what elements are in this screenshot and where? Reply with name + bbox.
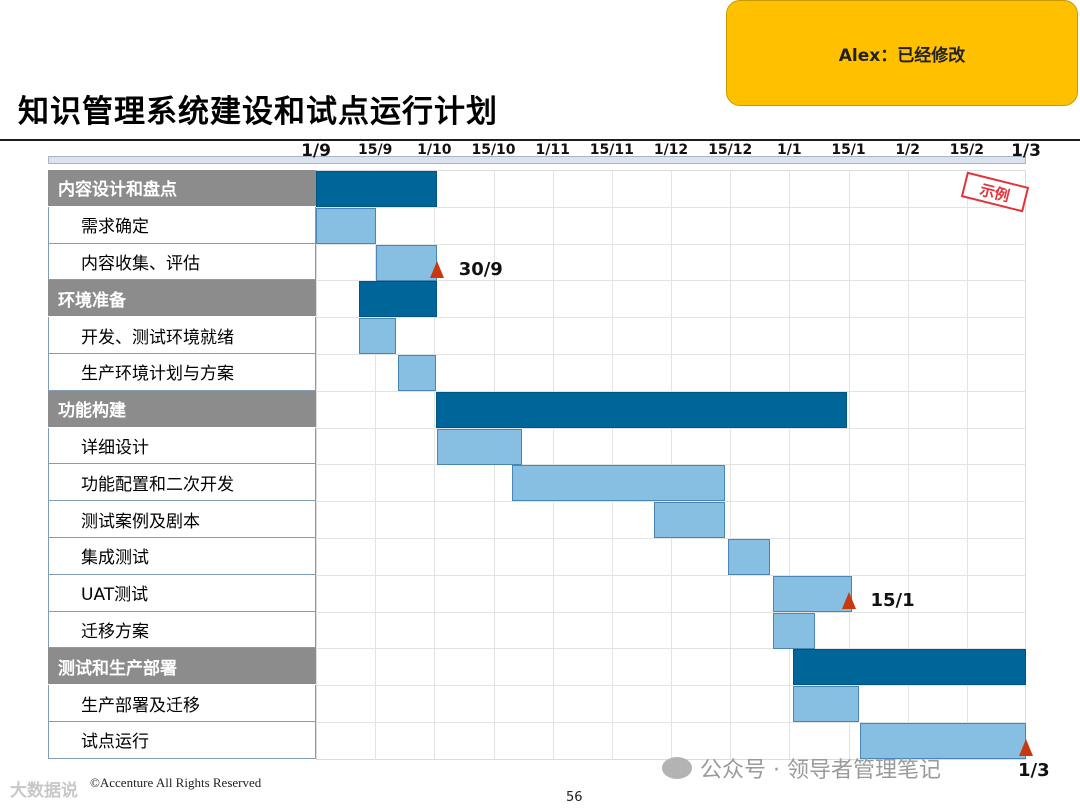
task-bar xyxy=(316,207,377,244)
phase-bar xyxy=(435,391,848,428)
phase-bar xyxy=(792,649,1026,686)
phase-label: 测试和生产部署 xyxy=(48,648,316,686)
milestone-marker xyxy=(1019,739,1033,756)
tick-label: 15/12 xyxy=(708,142,753,158)
wechat-icon xyxy=(662,757,692,779)
tick-label: 1/1 xyxy=(777,142,802,158)
title-divider xyxy=(0,139,1080,141)
review-note: Alex：已经修改 xyxy=(726,0,1078,106)
task-label: 功能配置和二次开发 xyxy=(48,464,316,502)
task-label: 生产部署及迁移 xyxy=(48,685,316,722)
phase-label: 内容设计和盘点 xyxy=(48,170,316,207)
milestone-marker xyxy=(429,260,444,278)
grid-hline xyxy=(316,611,1026,613)
tick-label: 1/11 xyxy=(535,142,570,158)
grid-hline xyxy=(316,574,1026,576)
task-label: 集成测试 xyxy=(48,538,316,575)
task-bar xyxy=(727,539,771,575)
watermark-text: 公众号 · 领导者管理笔记 xyxy=(700,758,941,783)
task-label: 试点运行 xyxy=(48,722,316,759)
phase-bar xyxy=(358,281,437,318)
task-bar xyxy=(397,355,436,391)
milestone-marker xyxy=(841,591,856,609)
task-bar xyxy=(376,244,437,281)
tick-label: 1/10 xyxy=(417,142,452,158)
task-label: 内容收集、评估 xyxy=(48,243,316,281)
page-title: 知识管理系统建设和试点运行计划 xyxy=(18,94,498,130)
task-bar xyxy=(654,502,726,539)
task-bar xyxy=(512,465,726,502)
tick-label: 1/12 xyxy=(653,142,689,158)
task-label: UAT测试 xyxy=(48,574,316,612)
phase-bar xyxy=(316,171,437,207)
task-label: 开发、测试环境就绪 xyxy=(48,317,316,354)
tick-label: 15/10 xyxy=(471,142,516,158)
watermark: 公众号 · 领导者管理笔记 xyxy=(662,752,941,784)
task-bar xyxy=(436,428,522,465)
milestone-label: 30/9 xyxy=(458,258,503,280)
tick-label: 1/9 xyxy=(301,141,331,161)
task-bar xyxy=(772,612,816,649)
tick-label: 1/2 xyxy=(895,142,920,158)
footer-copyright: ©Accenture All Rights Reserved xyxy=(90,775,262,790)
milestone-label: 15/1 xyxy=(870,589,915,611)
milestone-label: 1/3 xyxy=(1018,760,1050,781)
page-number: 56 xyxy=(566,790,583,805)
tick-label: 1/3 xyxy=(1011,141,1041,161)
task-label: 详细设计 xyxy=(48,427,316,465)
task-label: 需求确定 xyxy=(48,206,316,244)
task-bar xyxy=(792,686,860,723)
task-bar xyxy=(358,318,397,355)
phase-label: 功能构建 xyxy=(48,390,316,428)
task-label: 迁移方案 xyxy=(48,611,316,649)
task-label: 生产环境计划与方案 xyxy=(48,354,316,391)
corner-logo: 大数据说 xyxy=(10,781,78,801)
tick-label: 15/9 xyxy=(357,142,393,158)
tick-label: 15/11 xyxy=(589,142,634,158)
task-label: 测试案例及剧本 xyxy=(48,501,316,538)
tick-label: 15/1 xyxy=(831,142,866,158)
tick-label: 15/2 xyxy=(949,142,984,158)
review-note-text: Alex：已经修改 xyxy=(838,45,966,66)
phase-label: 环境准备 xyxy=(48,280,316,318)
task-bar xyxy=(772,575,853,612)
